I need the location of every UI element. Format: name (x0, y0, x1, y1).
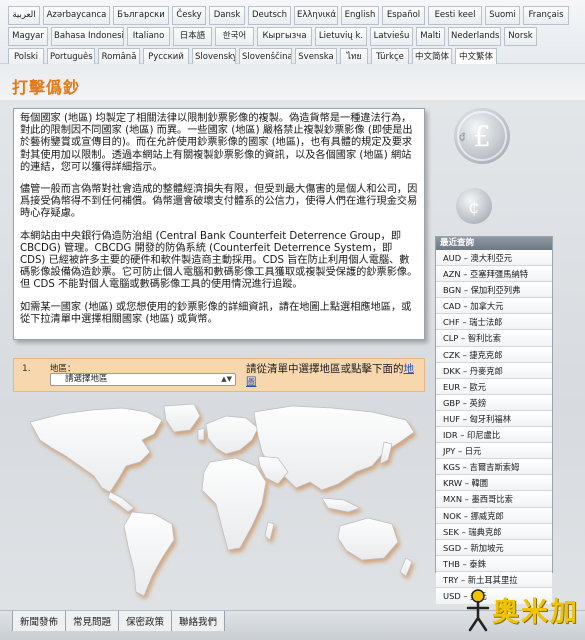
currency-link[interactable]: TRY – 新土耳其里拉 (436, 571, 552, 588)
lang-tab[interactable]: Azərbaycanca (43, 6, 110, 25)
map-region-africa[interactable] (201, 457, 267, 551)
lang-tab[interactable]: Norsk (504, 27, 537, 46)
map-region-europe[interactable] (205, 415, 259, 455)
footer-link-faq[interactable]: 常見問題 (66, 611, 120, 631)
lang-tab[interactable]: Français (523, 6, 569, 25)
footer-links: 新聞發佈 常見問題 保密政策 聯絡我們 (12, 611, 226, 631)
currency-link[interactable]: THB – 泰銖 (436, 555, 552, 572)
currency-link[interactable]: IDR – 印尼盧比 (436, 427, 552, 444)
svg-text:£: £ (473, 120, 491, 153)
pound-coin-icon: £ ₫ (454, 108, 510, 164)
lang-tab[interactable]: العربية (8, 6, 40, 25)
intro-paragraph: 本網站由中央銀行偽造防治組 (Central Bank Counterfeit … (20, 230, 418, 291)
world-map[interactable] (22, 400, 422, 605)
lang-tab[interactable]: Deutsch (248, 6, 291, 25)
map-region-madagascar[interactable] (264, 521, 275, 541)
watermark-figure-icon (466, 589, 490, 632)
currency-link[interactable]: GBP – 英鎊 (436, 394, 552, 411)
lang-tab[interactable]: Кыргызча (257, 27, 312, 46)
lang-tab[interactable]: Bahasa Indonesia (51, 27, 124, 46)
lang-tab[interactable]: Malti (416, 27, 445, 46)
footer-link-news[interactable]: 新聞發佈 (12, 611, 67, 631)
lang-tab[interactable]: Български (113, 6, 169, 25)
map-region-greenland[interactable] (163, 403, 201, 433)
intro-paragraph: 儘管一般而言偽幣對社會造成的整體經濟損失有限，但受到最大傷害的是個人和公司，因爲… (20, 184, 418, 220)
region-select-value: 請選擇地區 (65, 374, 108, 384)
step-number: 1. (22, 364, 31, 374)
selector-instruction: 請從清單中選擇地區或點擊下面的地圖 (246, 363, 422, 389)
instruction-text: 請從清單中選擇地區或點擊下面的 (246, 363, 404, 375)
dropdown-arrow-icon: ▲▼ (221, 375, 232, 383)
lang-tab[interactable]: Italiano (127, 27, 170, 46)
lang-tab[interactable]: Latviešu (370, 27, 413, 46)
cent-coin-icon: ¢ (456, 188, 492, 224)
footer-link-privacy[interactable]: 保密政策 (119, 611, 173, 631)
lang-tab[interactable]: Ελληνικά (294, 6, 338, 25)
intro-panel: 每個國家 (地區) 均製定了相關法律以限制鈔票影像的複製。偽造貨幣是一種違法行為… (13, 108, 425, 340)
lang-tab[interactable]: Magyar (8, 27, 48, 46)
currency-link[interactable]: SGD – 新加坡元 (436, 539, 552, 556)
intro-paragraph: 每個國家 (地區) 均製定了相關法律以限制鈔票影像的複製。偽造貨幣是一種違法行為… (20, 113, 413, 173)
lang-tab[interactable]: Dansk (209, 6, 245, 25)
lang-tab[interactable]: Eesti keel (428, 6, 482, 25)
currency-link[interactable]: JPY – 日元 (436, 443, 552, 460)
lang-tab[interactable]: Español (382, 6, 425, 25)
coin-decoration: £ ₫ ¢ (454, 108, 510, 224)
map-region-central-america[interactable] (107, 491, 135, 513)
region-selector-bar: 1. 地區： 請選擇地區 ▲▼ 請從清單中選擇地區或點擊下面的地圖 (13, 358, 425, 392)
currency-link[interactable]: SEK – 瑞典克郎 (436, 523, 552, 540)
svg-text:₫: ₫ (459, 132, 466, 143)
lang-tab[interactable]: 日本語 (173, 27, 212, 46)
currency-link[interactable]: AZN – 亞塞拜彊馬納特 (436, 266, 552, 283)
map-region-uk[interactable] (197, 427, 205, 441)
currency-link[interactable]: AUD – 澳大利亞元 (436, 250, 552, 267)
currency-link[interactable]: CZK – 捷克克郎 (436, 346, 552, 363)
currency-link[interactable]: HUF – 匈牙利福林 (436, 410, 552, 428)
lang-tab[interactable]: English (341, 6, 379, 25)
currency-link[interactable]: DKK – 丹麥克郎 (436, 362, 552, 379)
recent-queries-title: 最近查詢 (436, 237, 552, 250)
intro-paragraph: 如需某一國家 (地區) 或您想使用的鈔票影像的詳細資訊，請在地圖上點選相應地區，… (20, 301, 412, 325)
lang-tab[interactable]: Česky (172, 6, 206, 25)
page-title: 打擊僞鈔 (12, 78, 81, 97)
footer-link-contact[interactable]: 聯絡我們 (172, 611, 226, 631)
region-select[interactable]: 請選擇地區 ▲▼ (50, 373, 236, 386)
currency-link[interactable]: EUR – 歐元 (436, 378, 552, 395)
language-bar: العربية Azərbaycanca Български Česky Dan… (0, 0, 585, 67)
lang-tab[interactable]: Suomi (485, 6, 520, 25)
currency-link[interactable]: CHF – 瑞士法郎 (436, 314, 552, 331)
map-region-south-america[interactable] (123, 511, 175, 597)
currency-link[interactable]: CLP – 智利比索 (436, 330, 552, 347)
currency-link[interactable]: BGN – 保加利亞列弗 (436, 282, 552, 299)
svg-text:¢: ¢ (468, 197, 479, 218)
header-band (0, 64, 585, 105)
lang-tab[interactable]: Lietuvių k. (315, 27, 367, 46)
language-row-1: العربية Azərbaycanca Български Česky Dan… (8, 6, 579, 25)
map-region-australia[interactable] (337, 517, 399, 561)
watermark-logo: 奥米加 (462, 588, 582, 634)
currency-link[interactable]: KGS – 吉爾吉斯索姆 (436, 459, 552, 476)
lang-tab[interactable]: Nederlands (448, 27, 501, 46)
map-region-north-america[interactable] (29, 407, 163, 493)
language-row-2: Magyar Bahasa Indonesia Italiano 日本語 한국어… (8, 27, 579, 46)
map-region-new-zealand[interactable] (399, 557, 413, 577)
watermark-text: 奥米加 (492, 597, 579, 628)
lang-tab[interactable]: 한국어 (215, 27, 254, 46)
currency-link[interactable]: CAD – 加拿大元 (436, 298, 552, 315)
currency-link[interactable]: NOK – 挪威克郎 (436, 507, 552, 524)
recent-queries-panel: 最近查詢 AUD – 澳大利亞元 AZN – 亞塞拜彊馬納特 BGN – 保加利… (435, 236, 553, 605)
map-region-southeast-asia[interactable] (321, 497, 361, 513)
currency-link[interactable]: KRW – 韓圜 (436, 475, 552, 492)
currency-link[interactable]: MXN – 墨西哥比索 (436, 491, 552, 508)
